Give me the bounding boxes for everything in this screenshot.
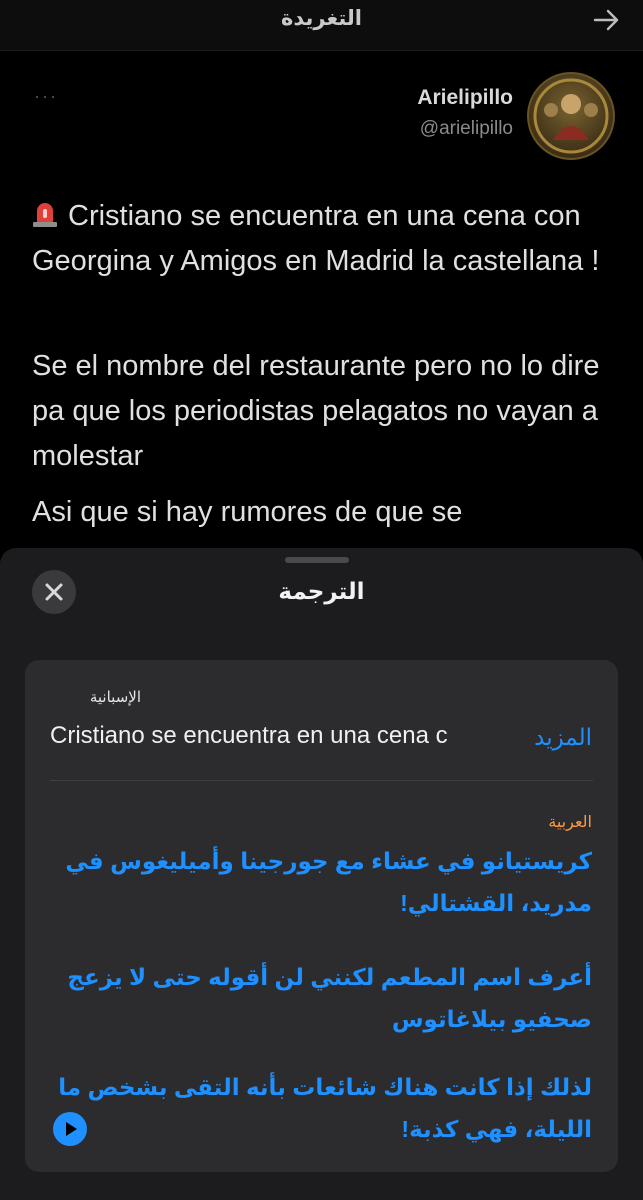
user-handle[interactable]: @arielipillo [420,118,513,140]
tweet-paragraph-1: Cristiano se encuentra en una cena con G… [32,194,617,284]
translated-paragraph-3: لذلك إذا كانت هناك شائعات بأنه التقى بشخ… [58,1074,592,1142]
tweet: ··· Arielipillo @arielipillo Cristiano s… [0,50,643,570]
tweet-paragraph-2: Se el nombre del restaurante pero no lo … [32,350,600,472]
translated-paragraph-1: كريستيانو في عشاء مع جورجينا وأميليغوس ف… [65,848,592,916]
source-language-label: الإسبانية [89,689,141,706]
play-icon [66,1122,77,1136]
page-title: التغريدة [281,7,362,30]
more-options-icon[interactable]: ··· [34,86,58,107]
sheet-title: الترجمة [278,578,365,604]
divider [50,780,593,781]
source-text: Cristiano se encuentra en una cena c [50,722,448,749]
tweet-paragraph-3: Asi que si hay rumores de que se [32,496,463,528]
target-language-label: العربية [548,814,592,831]
avatar[interactable] [527,72,615,160]
translated-paragraph-2: أعرف اسم المطعم لكنني لن أقوله حتى لا يز… [67,964,592,1032]
sheet-grabber[interactable] [285,557,349,563]
siren-icon [33,203,57,227]
translation-sheet: الترجمة الإسبانية Cristiano se encuentra… [0,548,643,1200]
display-name[interactable]: Arielipillo [417,86,513,110]
translation-card: الإسبانية Cristiano se encuentra en una … [25,660,618,1172]
tweet-text-1: Cristiano se encuentra en una cena con G… [32,200,600,277]
avatar-image [533,78,609,154]
top-bar: التغريدة [0,0,643,51]
more-link[interactable]: المزيد [534,724,592,751]
arrow-right-icon[interactable] [591,5,621,35]
play-button[interactable] [53,1112,87,1146]
